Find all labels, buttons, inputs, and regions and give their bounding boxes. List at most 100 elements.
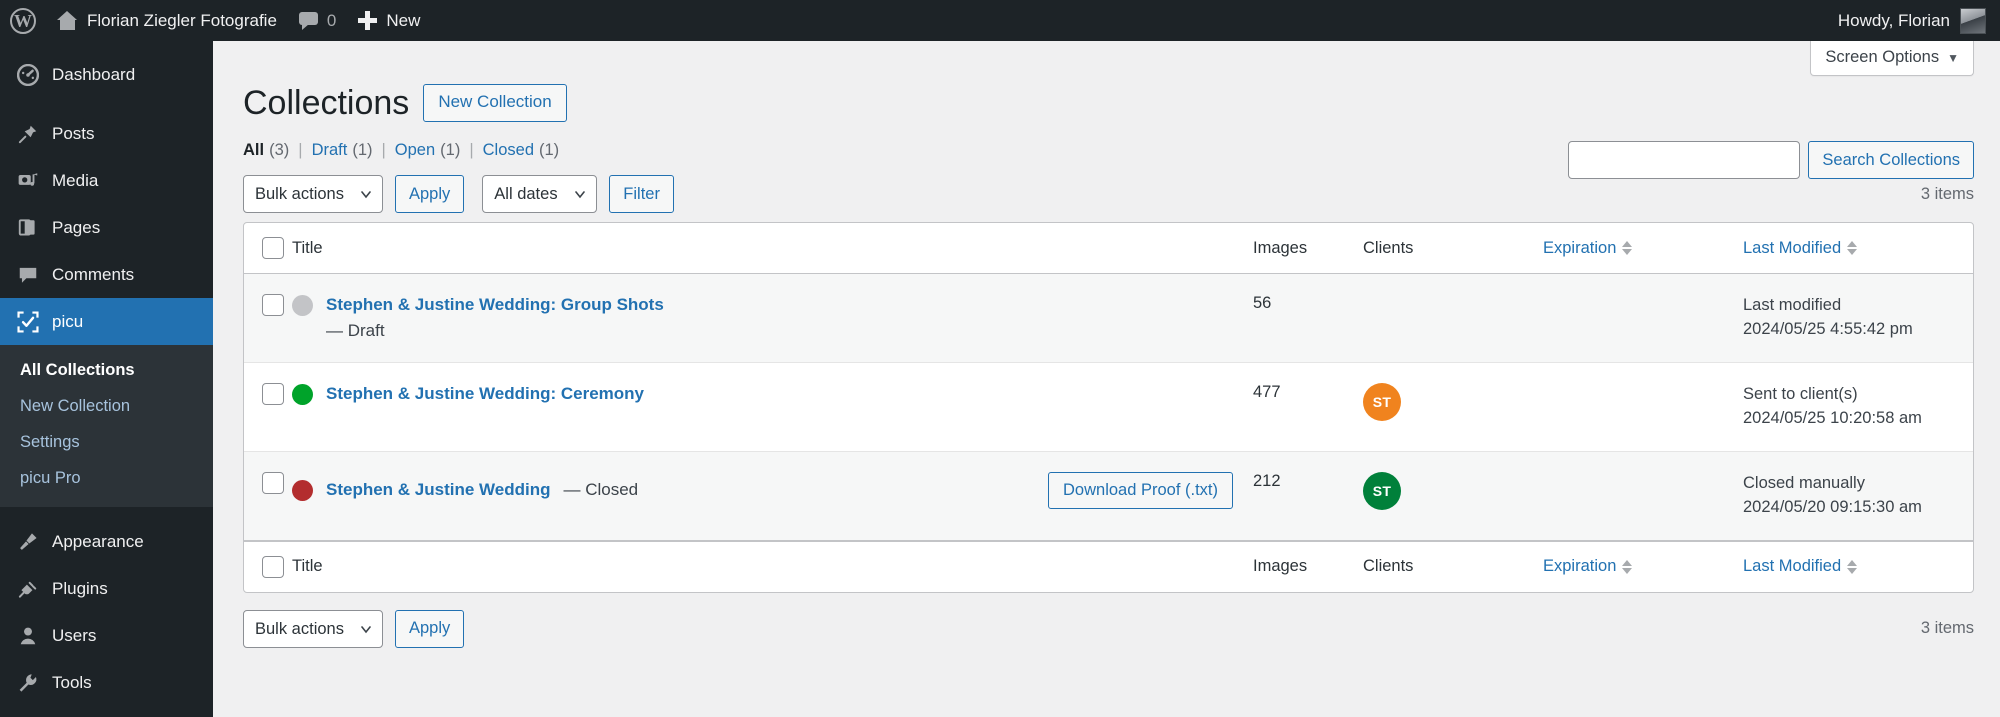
search-input[interactable] <box>1568 141 1801 179</box>
download-proof-button[interactable]: Download Proof (.txt) <box>1048 471 1233 509</box>
row-last-modified-cell: Last modified 2024/05/25 4:55:42 pm <box>1743 274 1973 364</box>
search-box: Search Collections <box>1568 141 1974 179</box>
site-name-button[interactable]: Florian Ziegler Fotografie <box>46 0 288 41</box>
filter-closed-link[interactable]: Closed <box>483 141 534 160</box>
modified-status: Sent to client(s) <box>1743 385 1858 404</box>
screen-options-label: Screen Options <box>1825 48 1940 66</box>
table-row[interactable]: Stephen & Justine Wedding: Ceremony 477 … <box>244 363 1973 452</box>
status-dot-icon <box>292 479 313 501</box>
sort-expiration-link-bottom[interactable]: Expiration <box>1543 557 1633 576</box>
filter-all-link[interactable]: All <box>243 141 264 160</box>
sidebar-item-picu[interactable]: picu <box>0 298 222 345</box>
row-clients-cell: ST <box>1363 363 1543 452</box>
caret-down-icon: ▼ <box>1947 50 1959 65</box>
sort-last-modified-link[interactable]: Last Modified <box>1743 239 1858 258</box>
select-all-header <box>244 223 292 275</box>
screen-meta-links: Screen Options ▼ <box>1810 41 1974 76</box>
filter-draft[interactable]: Draft (1) | <box>312 141 395 160</box>
filter-draft-link[interactable]: Draft <box>312 141 348 160</box>
row-select-checkbox[interactable] <box>262 383 284 406</box>
filter-open-link[interactable]: Open <box>395 141 435 160</box>
dates-filter-select[interactable]: All dates <box>482 175 598 214</box>
column-footer-expiration-label: Expiration <box>1543 557 1617 576</box>
comments-bubble-button[interactable]: 0 <box>288 0 347 41</box>
sidebar-item-plugins[interactable]: Plugins <box>0 566 213 613</box>
sidebar-item-all-collections[interactable]: All Collections <box>0 353 213 389</box>
sidebar-item-label: Pages <box>52 217 101 237</box>
modified-date: 2024/05/20 09:15:30 am <box>1743 497 1922 516</box>
bulk-actions-select-bottom[interactable]: Bulk actions <box>243 609 383 648</box>
row-select-checkbox[interactable] <box>262 471 284 494</box>
column-header-last-modified[interactable]: Last Modified <box>1743 223 1973 275</box>
table-row[interactable]: Stephen & Justine Wedding — Closed Downl… <box>244 451 1973 541</box>
wordpress-logo-button[interactable]: W <box>0 0 46 41</box>
row-images-cell: 56 <box>1253 274 1363 364</box>
comment-bubble-icon <box>17 264 39 286</box>
modified-date: 2024/05/25 10:20:58 am <box>1743 408 1922 427</box>
filter-divider: | <box>381 141 386 160</box>
bulk-actions-select[interactable]: Bulk actions <box>243 175 383 214</box>
menu-separator <box>0 98 213 110</box>
sidebar-item-comments[interactable]: Comments <box>0 251 213 298</box>
sidebar-item-posts[interactable]: Posts <box>0 110 213 157</box>
apply-button-bottom[interactable]: Apply <box>395 609 465 648</box>
filter-closed[interactable]: Closed (1) <box>483 141 560 160</box>
dates-select-wrap: All dates <box>482 175 598 214</box>
collection-title-link[interactable]: Stephen & Justine Wedding <box>326 479 550 501</box>
sidebar-item-settings[interactable]: Settings <box>0 425 213 461</box>
new-content-button[interactable]: New <box>347 0 431 41</box>
sidebar-item-label: Plugins <box>52 579 108 599</box>
select-all-checkbox-bottom[interactable] <box>262 555 284 578</box>
row-select-checkbox[interactable] <box>262 294 284 317</box>
sidebar-item-users[interactable]: Users <box>0 613 213 660</box>
column-header-clients: Clients <box>1363 223 1543 275</box>
screen-options-button[interactable]: Screen Options ▼ <box>1810 41 1974 76</box>
account-menu[interactable]: Howdy, Florian <box>1838 7 2000 34</box>
row-clients-cell <box>1363 274 1543 364</box>
column-footer-last-modified[interactable]: Last Modified <box>1743 540 1973 592</box>
user-icon <box>17 625 39 647</box>
filter-button[interactable]: Filter <box>609 175 674 214</box>
client-avatar[interactable]: ST <box>1363 471 1401 510</box>
sort-expiration-link[interactable]: Expiration <box>1543 238 1633 258</box>
sidebar-item-tools[interactable]: Tools <box>0 660 213 707</box>
sort-indicator-icon <box>1847 559 1858 575</box>
row-images-cell: 477 <box>1253 363 1363 452</box>
sort-last-modified-link-bottom[interactable]: Last Modified <box>1743 557 1858 576</box>
filter-closed-count: (1) <box>539 141 560 160</box>
column-header-expiration-label: Expiration <box>1543 238 1617 257</box>
page-title: Collections <box>243 84 410 122</box>
row-title-cell: Stephen & Justine Wedding: Ceremony <box>292 363 1253 452</box>
table-foot: Title Images Clients Expiration Last Mod… <box>244 540 1973 592</box>
column-header-expiration[interactable]: Expiration <box>1543 223 1743 275</box>
modified-status: Last modified <box>1743 296 1842 315</box>
filter-all[interactable]: All (3) | <box>243 141 312 160</box>
sidebar-item-pages[interactable]: Pages <box>0 204 213 251</box>
filter-draft-count: (1) <box>352 141 373 160</box>
sidebar-item-label: picu <box>52 311 84 331</box>
apply-button-top[interactable]: Apply <box>395 175 465 214</box>
sidebar-item-dashboard[interactable]: Dashboard <box>0 51 213 98</box>
sidebar-item-label: Dashboard <box>52 64 136 84</box>
sidebar-item-media[interactable]: Media <box>0 157 213 204</box>
plus-icon <box>358 11 378 30</box>
select-all-checkbox-top[interactable] <box>262 237 284 260</box>
sidebar-item-new-collection[interactable]: New Collection <box>0 389 213 425</box>
row-checkbox-cell <box>244 451 292 541</box>
sort-indicator-icon <box>1847 240 1858 256</box>
collection-title-link[interactable]: Stephen & Justine Wedding: Group Shots <box>326 294 664 316</box>
table-row[interactable]: Stephen & Justine Wedding: Group Shots —… <box>244 274 1973 364</box>
row-checkbox-cell <box>244 363 292 452</box>
home-icon <box>57 11 78 30</box>
filter-open[interactable]: Open (1) | <box>395 141 483 160</box>
column-footer-expiration[interactable]: Expiration <box>1543 540 1743 592</box>
new-collection-button[interactable]: New Collection <box>423 84 567 122</box>
search-collections-button[interactable]: Search Collections <box>1808 141 1974 179</box>
sidebar-item-appearance[interactable]: Appearance <box>0 519 213 566</box>
bulk-actions-select-wrap: Bulk actions <box>243 175 383 214</box>
client-avatar[interactable]: ST <box>1363 383 1401 422</box>
sidebar-item-picu-pro[interactable]: picu Pro <box>0 461 213 497</box>
row-title-cell: Stephen & Justine Wedding — Closed Downl… <box>292 451 1253 541</box>
filter-all-count: (3) <box>269 141 290 160</box>
collection-title-link[interactable]: Stephen & Justine Wedding: Ceremony <box>326 383 644 405</box>
